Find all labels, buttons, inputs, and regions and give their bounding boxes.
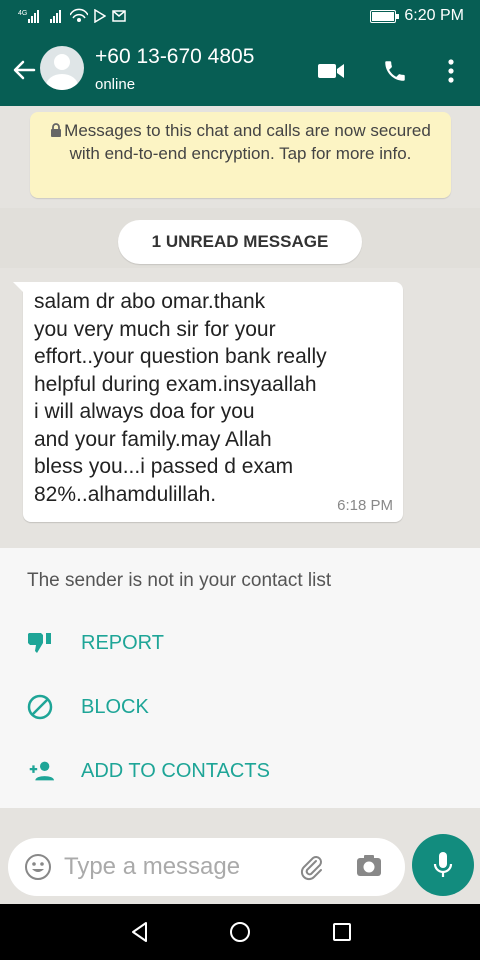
block-icon xyxy=(26,693,54,721)
attach-icon[interactable] xyxy=(298,853,326,881)
voice-message-button[interactable] xyxy=(412,834,474,896)
contact-status: online xyxy=(95,76,136,93)
message-time: 6:18 PM xyxy=(337,497,393,514)
nav-recents-icon[interactable] xyxy=(328,918,356,946)
status-bar: 4G 6:20 PM xyxy=(0,0,480,36)
camera-icon[interactable] xyxy=(354,851,384,881)
nav-home-icon[interactable] xyxy=(226,918,254,946)
lock-icon xyxy=(51,123,62,137)
phone-icon xyxy=(385,61,405,81)
unknown-contact-panel: The sender is not in your contact list R… xyxy=(0,548,480,808)
block-label: BLOCK xyxy=(81,695,149,718)
chat-header: +60 13-670 4805 online xyxy=(0,36,480,106)
voice-call-button[interactable] xyxy=(380,56,410,86)
more-options-button[interactable] xyxy=(436,56,466,86)
mail-icon xyxy=(112,10,126,22)
unread-indicator: 1 UNREAD MESSAGE xyxy=(118,220,362,264)
contact-name[interactable]: +60 13-670 4805 xyxy=(95,45,254,69)
hotspot-icon xyxy=(70,8,88,22)
report-label: REPORT xyxy=(81,631,164,654)
encryption-text: Messages to this chat and calls are now … xyxy=(64,121,431,163)
add-contact-icon xyxy=(26,757,54,785)
emoji-icon[interactable] xyxy=(24,853,52,881)
back-arrow-icon[interactable] xyxy=(10,56,38,84)
message-composer xyxy=(8,838,405,896)
nav-back-icon[interactable] xyxy=(126,918,154,946)
status-icons-left: 4G xyxy=(18,8,126,24)
signal-2-icon xyxy=(50,10,61,23)
incoming-message[interactable]: salam dr abo omar.thank you very much si… xyxy=(13,282,403,522)
video-call-button[interactable] xyxy=(316,56,346,86)
network-type-label: 4G xyxy=(18,10,27,17)
signal-icon: 4G xyxy=(18,10,39,23)
thumbs-down-icon xyxy=(26,629,54,657)
battery-icon xyxy=(370,9,400,23)
microphone-icon xyxy=(433,852,453,877)
message-input[interactable] xyxy=(64,850,284,884)
add-to-contacts-button[interactable]: ADD TO CONTACTS xyxy=(0,746,480,796)
add-to-contacts-label: ADD TO CONTACTS xyxy=(81,759,270,782)
encryption-notice[interactable]: Messages to this chat and calls are now … xyxy=(30,112,451,198)
message-text: salam dr abo omar.thank you very much si… xyxy=(34,290,327,506)
video-camera-icon xyxy=(318,64,344,78)
more-vert-icon xyxy=(448,59,454,83)
status-icons-right: 6:20 PM xyxy=(370,7,464,25)
block-button[interactable]: BLOCK xyxy=(0,682,480,732)
unknown-contact-note: The sender is not in your contact list xyxy=(27,570,332,591)
avatar[interactable] xyxy=(40,46,84,90)
clock: 6:20 PM xyxy=(404,7,464,24)
report-button[interactable]: REPORT xyxy=(0,618,480,668)
play-icon xyxy=(94,9,106,23)
system-nav-bar xyxy=(0,904,480,960)
